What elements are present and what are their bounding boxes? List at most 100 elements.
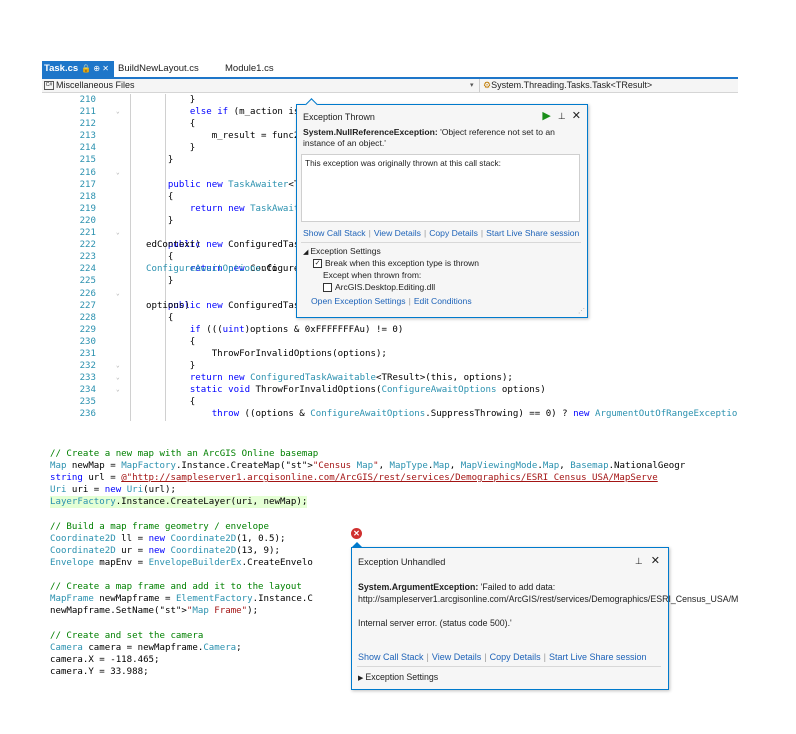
code-text: return new ConfiguredTaskAwaitable<TResu…: [189, 373, 513, 384]
line-number: 210: [79, 95, 96, 105]
pin-icon[interactable]: ⊥: [558, 111, 566, 121]
code-line: Coordinate2D ur = new Coordinate2D(13, 9…: [50, 545, 280, 556]
line-number: 223: [79, 252, 96, 263]
code-text-tail: options): [146, 300, 190, 311]
popup-links: Show Call Stack | View Details | Copy Detail…: [303, 228, 580, 238]
indent-guide: [130, 106, 131, 119]
current-statement-line: LayerFactory.Instance.CreateLayer(uri, n…: [50, 496, 308, 509]
fold-icon[interactable]: ⌄: [116, 384, 124, 396]
show-call-stack-link[interactable]: Show Call Stack: [358, 652, 424, 662]
popup-title-buttons: ▶ ⊥ ✕: [542, 109, 581, 122]
settings-links: Open Exception Settings | Edit Conditions: [311, 296, 472, 306]
code-line: 236 throw ((options & ConfigureAwaitOpti…: [42, 408, 738, 421]
code-text-tail: edContext): [146, 240, 201, 251]
resize-grip-icon[interactable]: ⋰: [578, 307, 585, 315]
popup-divider: [301, 242, 581, 243]
indent-guide: [130, 360, 131, 373]
line-number: 236: [79, 409, 96, 420]
fold-icon[interactable]: ⌄: [116, 227, 124, 239]
fold-icon[interactable]: ⌄: [116, 288, 124, 300]
indent-guide: [130, 408, 131, 421]
indent-guide: [130, 130, 131, 143]
line-number: 216: [79, 167, 96, 178]
close-icon[interactable]: ✕: [572, 110, 581, 122]
code-line: // Create a new map with an ArcGIS Onlin…: [50, 449, 319, 459]
indent-guide: [130, 94, 131, 107]
code-line: camera.X = -118.465;: [50, 654, 160, 665]
tab-buildnewlayout-cs[interactable]: BuildNewLayout.cs: [118, 61, 199, 77]
exception-type: System.ArgumentException:: [358, 582, 479, 592]
call-stack-text: This exception was originally thrown at …: [305, 158, 501, 168]
indent-guide: [130, 142, 131, 155]
show-call-stack-link[interactable]: Show Call Stack: [303, 228, 366, 238]
exception-settings-toggle[interactable]: ◢ Exception Settings: [303, 246, 381, 256]
view-details-link[interactable]: View Details: [374, 228, 421, 238]
fold-icon[interactable]: ⌄: [116, 106, 124, 118]
tab-task-cs[interactable]: Task.cs 🔒 ⊕ ✕: [42, 61, 114, 77]
fold-icon[interactable]: ⌄: [116, 167, 124, 179]
code-line: camera.Y = 33.988;: [50, 666, 149, 677]
dll-exclusion-checkbox[interactable]: ArcGIS.Desktop.Editing.dll: [323, 282, 435, 293]
fold-icon[interactable]: ⌄: [116, 360, 124, 372]
indent-guide: [130, 287, 131, 300]
line-number: 231: [79, 348, 96, 359]
tab-module1-cs[interactable]: Module1.cs: [225, 61, 274, 77]
line-number: 225: [79, 276, 96, 287]
code-line: 232 ⌄ }: [42, 360, 738, 373]
code-text: return new TaskAwaiter<: [189, 203, 316, 214]
line-number: 230: [79, 336, 96, 347]
break-when-thrown-checkbox[interactable]: ✓ Break when this exception type is throw…: [313, 258, 480, 269]
popup-title-buttons: ⊥ ✕: [635, 554, 660, 567]
exception-settings-toggle[interactable]: ▶ Exception Settings: [358, 672, 438, 682]
project-label: Miscellaneous Files: [56, 80, 135, 90]
view-details-link[interactable]: View Details: [432, 652, 481, 662]
code-text: {: [146, 336, 196, 347]
open-exception-settings-link[interactable]: Open Exception Settings: [311, 296, 406, 306]
code-text-tail: ConfigureAwaitOptions.Co: [146, 264, 278, 275]
line-number: 232: [79, 361, 96, 372]
close-icon[interactable]: ✕: [651, 555, 660, 567]
call-stack-box[interactable]: This exception was originally thrown at …: [301, 154, 580, 222]
error-icon[interactable]: ✕: [351, 528, 362, 539]
except-when-label: Except when thrown from:: [323, 270, 422, 280]
indent-guide: [130, 299, 131, 312]
line-number: 212: [79, 119, 96, 130]
code-line: 230 {: [42, 335, 738, 348]
start-live-share-link[interactable]: Start Live Share session: [486, 228, 579, 238]
popup-divider: [357, 666, 661, 667]
tab-pin-close-icons[interactable]: 🔒 ⊕ ✕: [81, 64, 109, 73]
code-text: }: [146, 361, 196, 372]
line-number: 218: [79, 191, 96, 202]
popup-title: Exception Thrown: [303, 112, 375, 122]
member-dropdown[interactable]: ⚙System.Threading.Tasks.Task<TResult>: [479, 79, 738, 92]
copy-details-link[interactable]: Copy Details: [429, 228, 478, 238]
code-line: 229 if (((uint)options & 0xFFFFFFFAu) !=…: [42, 323, 738, 336]
edit-conditions-link[interactable]: Edit Conditions: [414, 296, 472, 306]
code-text: {: [146, 312, 174, 323]
code-text: {: [146, 119, 196, 130]
line-number: 235: [79, 397, 96, 408]
visual-studio-exception-thrown-screenshot: Task.cs 🔒 ⊕ ✕ BuildNewLayout.cs Module1.c…: [42, 61, 738, 421]
indent-guide: [130, 275, 131, 288]
project-dropdown[interactable]: C# Miscellaneous Files: [44, 79, 135, 92]
line-number: 211: [79, 107, 96, 118]
indent-guide: [130, 190, 131, 203]
copy-details-link[interactable]: Copy Details: [490, 652, 541, 662]
pin-icon[interactable]: ⊥: [635, 556, 643, 566]
indent-guide: [165, 166, 166, 179]
start-live-share-link[interactable]: Start Live Share session: [549, 652, 647, 662]
document-tab-bar: Task.cs 🔒 ⊕ ✕ BuildNewLayout.cs Module1.c…: [42, 61, 738, 79]
break-when-thrown-label: Break when this exception type is thrown: [325, 258, 480, 268]
fold-icon[interactable]: ⌄: [116, 372, 124, 384]
code-line: 234 ⌄ static void ThrowForInvalidOptions(…: [42, 384, 738, 397]
indent-guide: [130, 178, 131, 191]
chevron-down-icon[interactable]: ▾: [470, 79, 474, 92]
code-line: // Create and set the camera: [50, 630, 204, 641]
code-line: Camera camera = newMapframe.Camera;: [50, 642, 242, 653]
code-text: static void ThrowForInvalidOptions(Confi…: [189, 385, 546, 396]
indent-guide: [130, 227, 131, 240]
continue-play-icon[interactable]: ▶: [542, 110, 550, 122]
indent-guide: [130, 323, 131, 336]
indent-guide: [130, 154, 131, 167]
line-number: 227: [79, 300, 96, 311]
